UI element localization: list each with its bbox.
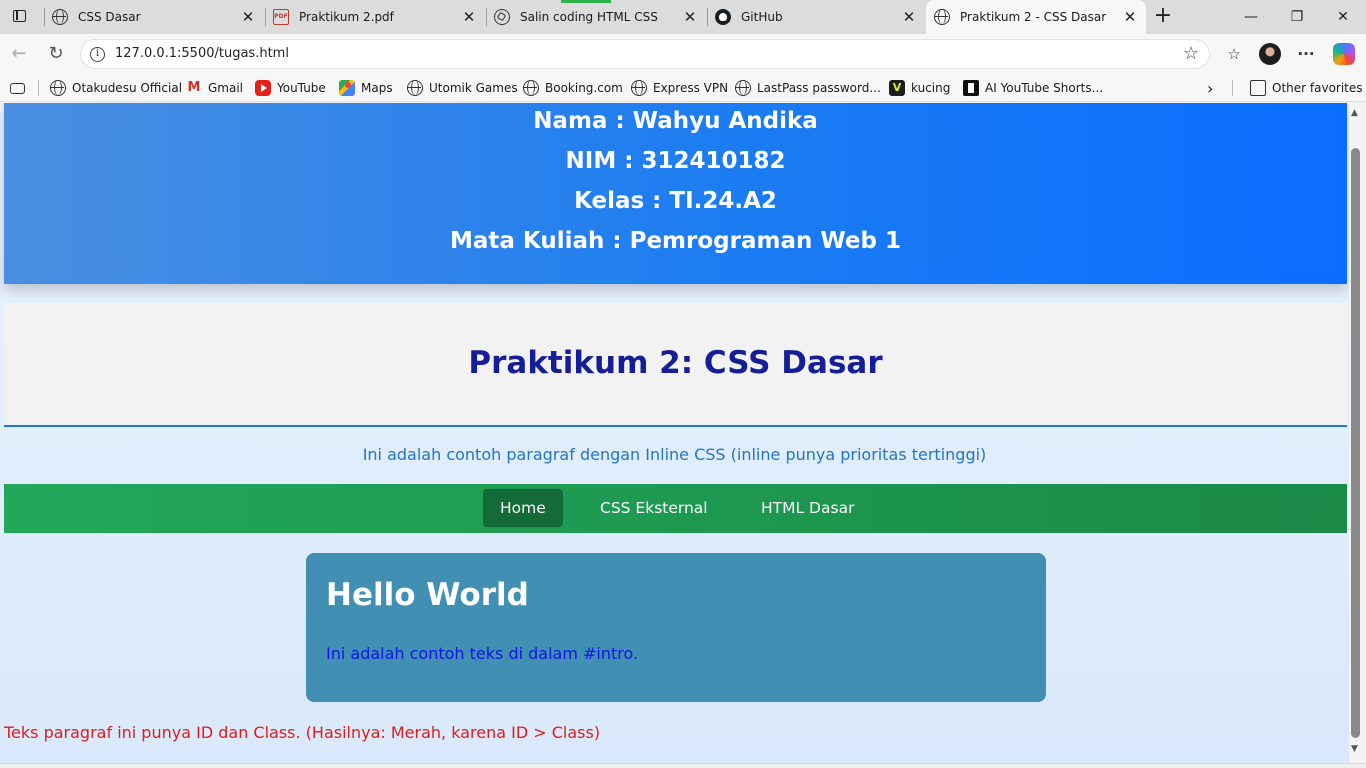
close-tab-icon[interactable]: ✕ [682, 9, 698, 25]
main-nav: Home CSS Eksternal HTML Dasar [4, 484, 1347, 533]
favorites-icon[interactable]: ☆ [1223, 43, 1245, 65]
header-kelas: Kelas : TI.24.A2 [574, 188, 777, 214]
app-icon [963, 80, 979, 96]
copilot-icon[interactable] [1333, 43, 1355, 65]
bookmark-utomik[interactable]: Utomik Games [407, 74, 518, 102]
bookmark-youtube[interactable]: YouTube [255, 74, 326, 102]
restore-button[interactable]: ❐ [1285, 6, 1309, 28]
address-bar[interactable]: i 127.0.0.1:5500/tugas.html ☆ [80, 39, 1210, 69]
profile-avatar[interactable] [1259, 43, 1281, 65]
globe-icon [52, 9, 68, 25]
bookmark-otakudesu[interactable]: Otakudesu Official [50, 74, 182, 102]
id-class-paragraph: Teks paragraf ini punya ID dan Class. (H… [4, 723, 601, 742]
bottom-edge [0, 763, 1366, 768]
tab-title: CSS Dasar [78, 10, 141, 24]
globe-icon [934, 9, 950, 25]
title-section: Praktikum 2: CSS Dasar [4, 303, 1347, 427]
scroll-up-arrow-icon[interactable]: ▲ [1351, 108, 1358, 118]
page-title: Praktikum 2: CSS Dasar [468, 345, 883, 381]
tab-title: Praktikum 2.pdf [299, 10, 394, 24]
tab-title: Praktikum 2 - CSS Dasar [960, 10, 1107, 24]
nav-html-dasar[interactable]: HTML Dasar [744, 489, 871, 527]
bookmark-label: Gmail [208, 81, 244, 95]
close-tab-icon[interactable]: ✕ [461, 9, 477, 25]
bookmark-label: Express VPN [653, 81, 729, 95]
bookmark-label: Utomik Games [429, 81, 518, 95]
chevron-right-icon[interactable]: › [1207, 74, 1213, 102]
github-icon [715, 9, 731, 25]
tab-actions-menu-icon[interactable] [10, 7, 30, 27]
bookmark-booking[interactable]: Booking.com [523, 74, 623, 102]
bookmark-label: AI YouTube Shorts... [985, 81, 1104, 95]
inline-css-paragraph: Ini adalah contoh paragraf dengan Inline… [362, 445, 987, 464]
tab-css-dasar[interactable]: CSS Dasar ✕ [44, 0, 264, 34]
reading-view-icon[interactable] [10, 74, 31, 102]
tab-praktikum-pdf[interactable]: PDF Praktikum 2.pdf ✕ [265, 0, 485, 34]
bookmark-separator [1232, 74, 1233, 102]
pdf-icon: PDF [273, 9, 289, 25]
tab-github[interactable]: GitHub ✕ [707, 0, 925, 34]
nav-css-eksternal[interactable]: CSS Eksternal [583, 489, 725, 527]
refresh-button[interactable]: ↻ [45, 43, 67, 65]
tab-praktikum-css-dasar[interactable]: Praktikum 2 - CSS Dasar ✕ [926, 0, 1146, 34]
tab-salin-coding[interactable]: Salin coding HTML CSS ✕ [486, 0, 706, 34]
bookmark-maps[interactable]: Maps [339, 74, 393, 102]
new-tab-button[interactable]: + [1152, 5, 1174, 28]
bookmark-label: YouTube [277, 81, 326, 95]
back-button[interactable]: ← [8, 43, 30, 65]
close-tab-icon[interactable]: ✕ [901, 9, 917, 25]
page-header: Nama : Wahyu Andika NIM : 312410182 Kela… [4, 103, 1347, 284]
scrollbar-thumb[interactable] [1351, 148, 1360, 738]
close-tab-icon[interactable]: ✕ [240, 9, 256, 25]
favorite-star-icon[interactable]: ☆ [1183, 43, 1199, 64]
page-viewport: Nama : Wahyu Andika NIM : 312410182 Kela… [0, 103, 1349, 763]
tab-title: Salin coding HTML CSS [520, 10, 658, 24]
header-matkul: Mata Kuliah : Pemrograman Web 1 [450, 228, 901, 254]
bookmark-ai-youtube-shorts[interactable]: AI YouTube Shorts... [963, 74, 1103, 102]
other-favorites[interactable]: Other favorites [1250, 74, 1363, 102]
bookmark-gmail[interactable]: M Gmail [186, 74, 243, 102]
bookmark-label: Otakudesu Official [72, 81, 183, 95]
site-info-icon[interactable]: i [90, 47, 105, 62]
bookmark-label: Maps [361, 81, 393, 95]
intro-heading: Hello World [326, 577, 529, 613]
close-window-button[interactable]: ✕ [1331, 6, 1355, 28]
bookmark-label: LastPass password... [757, 81, 881, 95]
more-options-icon[interactable]: ··· [1295, 43, 1317, 65]
bookmark-lastpass[interactable]: LastPass password... [735, 74, 881, 102]
intro-text: Ini adalah contoh teks di dalam #intro. [326, 644, 639, 663]
bookmark-kucing[interactable]: V kucing [889, 74, 950, 102]
other-favorites-label: Other favorites [1272, 81, 1363, 95]
bookmarks-bar: Otakudesu Official M Gmail YouTube Maps … [0, 74, 1366, 102]
globe-icon [523, 80, 539, 96]
intro-box: Hello World Ini adalah contoh teks di da… [306, 553, 1046, 702]
url-text[interactable]: 127.0.0.1:5500/tugas.html [115, 46, 289, 61]
minimize-button[interactable]: — [1239, 6, 1263, 28]
v-icon: V [889, 80, 905, 96]
globe-icon [50, 80, 66, 96]
gmail-icon: M [187, 80, 201, 95]
close-tab-icon[interactable]: ✕ [1122, 9, 1138, 25]
tab-title: GitHub [741, 10, 783, 24]
bookmark-label: Booking.com [545, 81, 623, 95]
youtube-icon [255, 80, 271, 96]
globe-icon [631, 80, 647, 96]
folder-icon [1250, 80, 1266, 96]
header-nama: Nama : Wahyu Andika [533, 108, 818, 134]
bookmark-label: kucing [911, 81, 951, 95]
bookmark-expressvpn[interactable]: Express VPN [631, 74, 728, 102]
maps-icon [339, 80, 355, 96]
header-nim: NIM : 312410182 [565, 148, 786, 174]
scroll-down-arrow-icon[interactable]: ▼ [1351, 744, 1358, 754]
tab-strip: CSS Dasar ✕ PDF Praktikum 2.pdf ✕ Salin … [0, 0, 1366, 34]
nav-home[interactable]: Home [483, 489, 563, 527]
chatgpt-icon [494, 9, 510, 25]
browser-toolbar: ← ↻ i 127.0.0.1:5500/tugas.html ☆ ☆ ··· [0, 34, 1366, 74]
globe-icon [735, 80, 751, 96]
bookmark-separator [38, 80, 39, 96]
globe-icon [407, 80, 423, 96]
